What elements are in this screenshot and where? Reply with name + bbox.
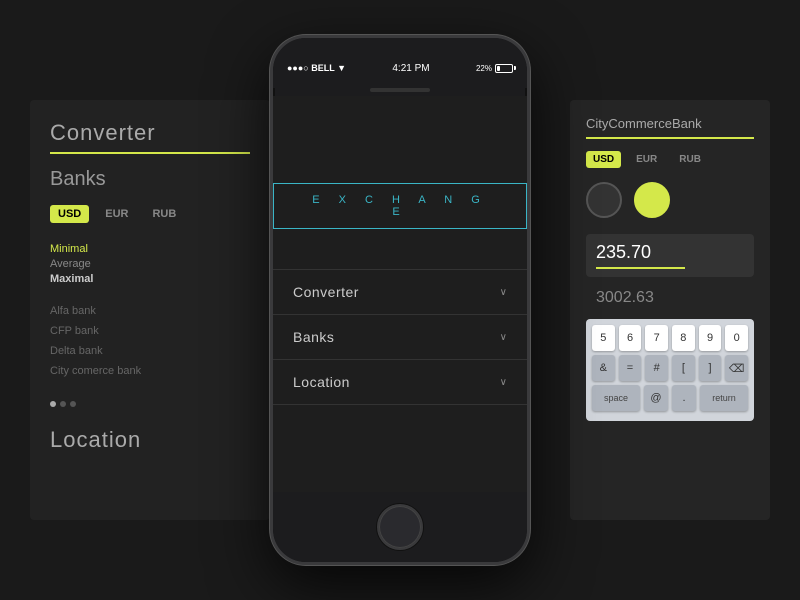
phone-screen: E X C H A N G E Converter ∨ Banks ∨ Loca… — [273, 96, 527, 492]
left-background-panel: Converter Banks USD EUR RUB Minimal Aver… — [30, 100, 270, 520]
key-close-bracket[interactable]: ] — [699, 355, 722, 381]
circle-buttons — [586, 182, 754, 218]
menu-item-banks[interactable]: Banks ∨ — [273, 315, 527, 360]
circle-btn-2[interactable] — [634, 182, 670, 218]
average-stat: Average — [50, 258, 250, 270]
key-7[interactable]: 7 — [645, 325, 668, 351]
left-panel-divider — [50, 152, 250, 154]
menu-item-location[interactable]: Location ∨ — [273, 360, 527, 405]
key-open-bracket[interactable]: [ — [672, 355, 695, 381]
kb-row-2: & = # [ ] ⌫ — [592, 355, 748, 381]
left-panel-banks-title: Banks — [50, 168, 250, 191]
chevron-banks-icon: ∨ — [500, 332, 507, 343]
kb-row-1: 5 6 7 8 9 0 — [592, 325, 748, 351]
key-0[interactable]: 0 — [725, 325, 748, 351]
home-button[interactable] — [377, 504, 423, 550]
r-usd-button[interactable]: USD — [586, 151, 621, 168]
menu-location-label: Location — [293, 374, 350, 390]
battery-percent: 22% — [476, 64, 492, 73]
left-panel-currency-buttons: USD EUR RUB — [50, 205, 250, 223]
phone-speaker — [370, 88, 430, 92]
phone-menu-list: Converter ∨ Banks ∨ Location ∨ — [273, 269, 527, 405]
output-value: 3002.63 — [586, 285, 754, 311]
key-eq[interactable]: = — [619, 355, 642, 381]
r-eur-button[interactable]: EUR — [629, 151, 664, 168]
key-return[interactable]: return — [700, 385, 748, 411]
key-space[interactable]: space — [592, 385, 640, 411]
key-9[interactable]: 9 — [699, 325, 722, 351]
menu-banks-label: Banks — [293, 329, 334, 345]
right-panel-title: CityCommerceBank — [586, 116, 754, 131]
battery-fill — [497, 66, 500, 71]
kb-row-3: space @ . return — [592, 385, 748, 411]
time-display: 4:21 PM — [392, 63, 429, 74]
stats-section: Minimal Average Maximal — [50, 243, 250, 285]
battery-status: 22% — [476, 64, 513, 73]
input-value: 235.70 — [596, 242, 744, 263]
chevron-location-icon: ∨ — [500, 377, 507, 388]
rub-button[interactable]: RUB — [144, 205, 184, 223]
input-area: 235.70 — [586, 234, 754, 277]
r-rub-button[interactable]: RUB — [672, 151, 708, 168]
usd-button[interactable]: USD — [50, 205, 89, 223]
left-panel-location-title: Location — [50, 427, 250, 453]
key-hash[interactable]: # — [645, 355, 668, 381]
bank-list: Alfa bank CFP bank Delta bank City comer… — [50, 305, 250, 377]
left-panel-converter-title: Converter — [50, 120, 250, 146]
right-background-panel: CityCommerceBank USD EUR RUB 235.70 3002… — [570, 100, 770, 520]
key-dot[interactable]: . — [672, 385, 696, 411]
key-5[interactable]: 5 — [592, 325, 615, 351]
dot-3 — [70, 401, 76, 407]
phone-bottom — [273, 492, 527, 562]
maximal-stat: Maximal — [50, 273, 250, 285]
battery-icon — [495, 64, 513, 73]
exchange-button[interactable]: E X C H A N G E — [273, 183, 527, 229]
menu-converter-label: Converter — [293, 284, 359, 300]
right-panel-currency-buttons: USD EUR RUB — [586, 151, 754, 168]
phone-frame: ●●●○ BELL ▼ 4:21 PM 22% E X C H A N G E … — [270, 35, 530, 565]
chevron-converter-icon: ∨ — [500, 287, 507, 298]
input-bar — [596, 267, 685, 269]
carrier-signal: ●●●○ BELL ▼ — [287, 63, 346, 73]
key-amp[interactable]: & — [592, 355, 615, 381]
keyboard: 5 6 7 8 9 0 & = # [ ] ⌫ space @ . return — [586, 319, 754, 421]
right-panel-divider — [586, 137, 754, 139]
dot-2 — [60, 401, 66, 407]
eur-button[interactable]: EUR — [97, 205, 136, 223]
bank-item-cfp[interactable]: CFP bank — [50, 325, 250, 337]
phone-status-bar: ●●●○ BELL ▼ 4:21 PM 22% — [273, 38, 527, 88]
circle-btn-1[interactable] — [586, 182, 622, 218]
dot-1 — [50, 401, 56, 407]
bank-item-city[interactable]: City comerce bank — [50, 365, 250, 377]
menu-item-converter[interactable]: Converter ∨ — [273, 270, 527, 315]
key-backspace[interactable]: ⌫ — [725, 355, 748, 381]
key-6[interactable]: 6 — [619, 325, 642, 351]
key-8[interactable]: 8 — [672, 325, 695, 351]
minimal-stat: Minimal — [50, 243, 250, 255]
key-at[interactable]: @ — [644, 385, 668, 411]
bank-item-alfa[interactable]: Alfa bank — [50, 305, 250, 317]
pagination-dots — [50, 401, 250, 407]
bank-item-delta[interactable]: Delta bank — [50, 345, 250, 357]
